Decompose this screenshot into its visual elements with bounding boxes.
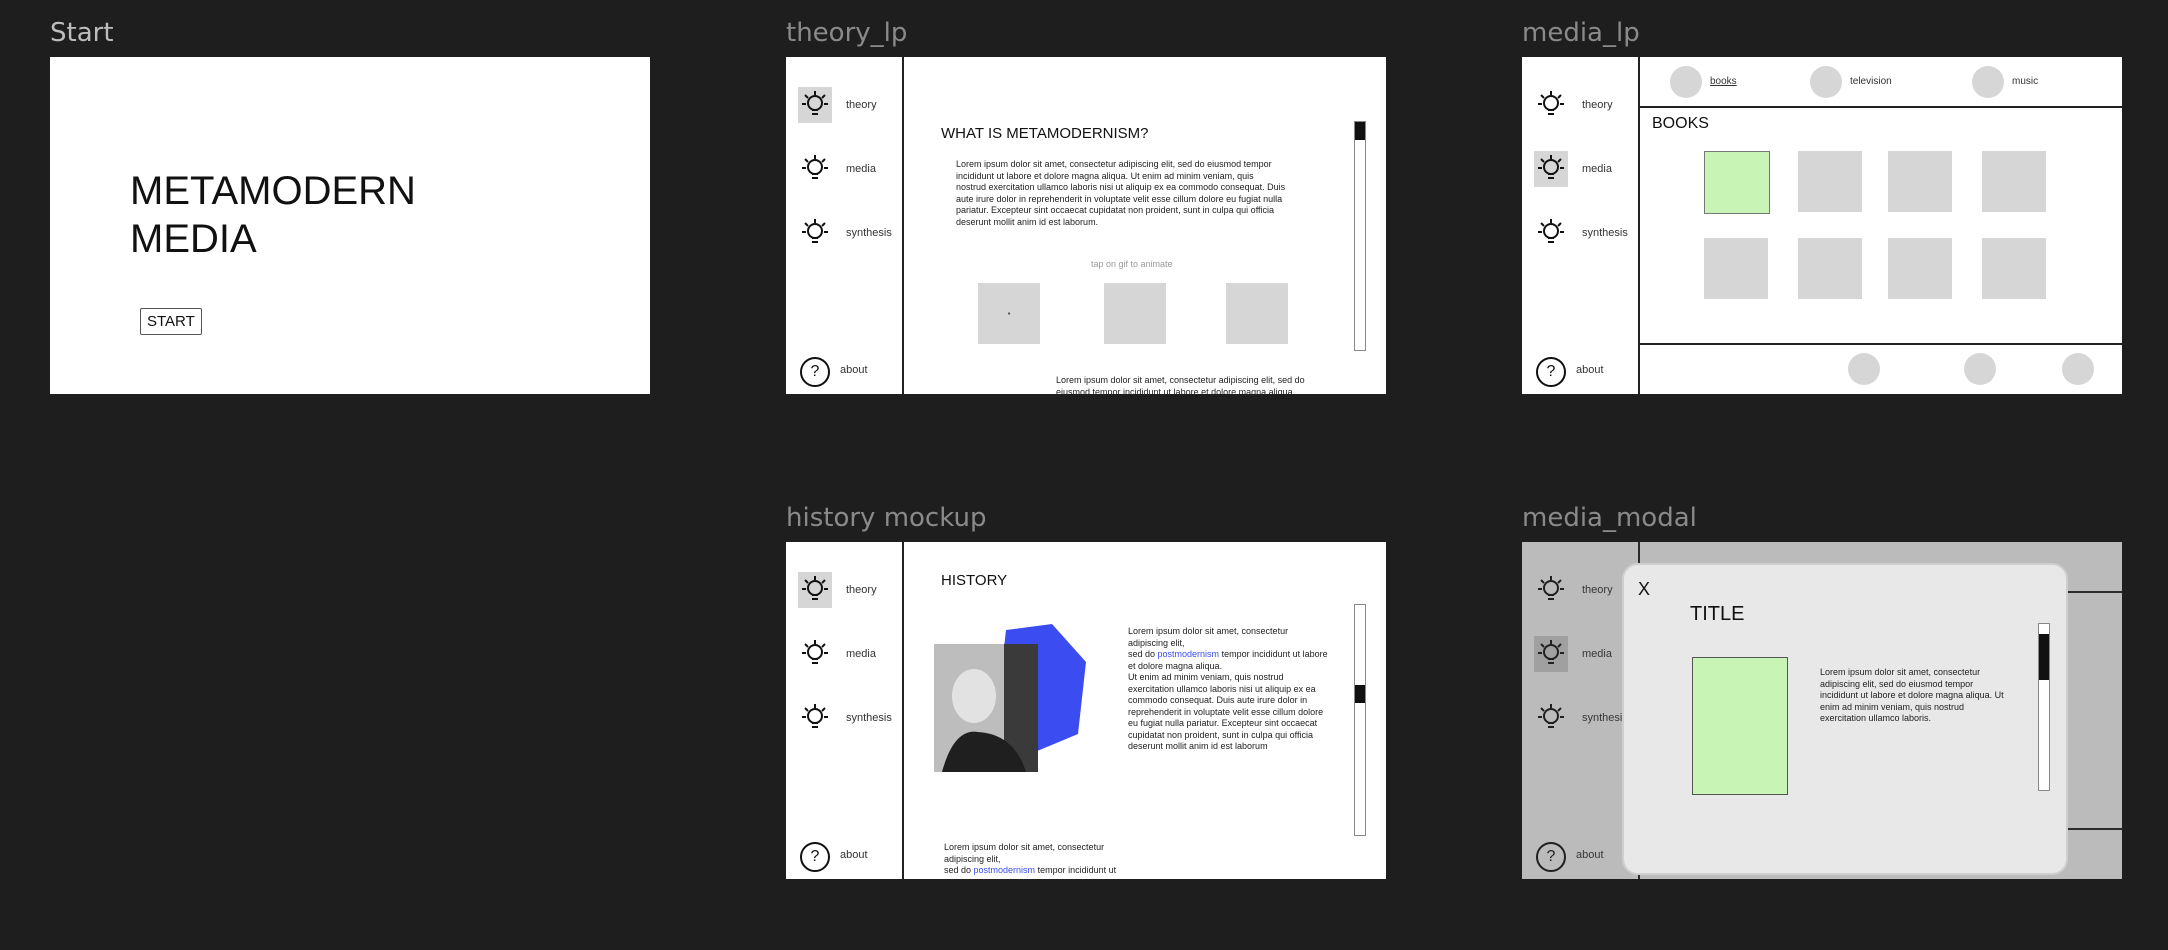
lightbulb-icon bbox=[798, 700, 832, 736]
body-text: Lorem ipsum dolor sit amet, consectetur … bbox=[956, 159, 1286, 227]
history-footer-text: Lorem ipsum dolor sit amet, consectetur … bbox=[944, 842, 1144, 879]
frame-start: METAMODERN MEDIA START bbox=[50, 57, 650, 394]
scrollbar[interactable] bbox=[1354, 604, 1366, 836]
sidebar-item-label: theory bbox=[846, 584, 877, 596]
sidebar-item-synthesis[interactable]: synthesis bbox=[1534, 215, 1634, 255]
footer-divider bbox=[1638, 343, 2122, 345]
frame-modal: theory media synthesis ? about X TITLE L… bbox=[1522, 542, 2122, 879]
frame-theory: theory media synthesis ? about WHAT IS M… bbox=[786, 57, 1386, 394]
page-title: WHAT IS METAMODERNISM? bbox=[941, 125, 1149, 142]
section-title: BOOKS bbox=[1652, 115, 1709, 132]
scroll-thumb[interactable] bbox=[1355, 685, 1365, 703]
scrollbar[interactable] bbox=[1354, 121, 1366, 351]
sidebar-item-label: media bbox=[1582, 163, 1612, 175]
category-television[interactable]: television bbox=[1850, 76, 1892, 87]
sidebar-item-label: synthesis bbox=[846, 227, 892, 239]
lightbulb-icon bbox=[1534, 151, 1568, 187]
frame-history: theory media synthesis ? about HISTORY L… bbox=[786, 542, 1386, 879]
media-tile[interactable] bbox=[1982, 238, 2046, 299]
sidebar-item-theory[interactable]: theory bbox=[798, 572, 898, 612]
history-text-a: Lorem ipsum dolor sit amet, consectetur … bbox=[1128, 626, 1289, 648]
gif-tile[interactable] bbox=[1104, 283, 1166, 344]
sidebar-item-theory[interactable]: theory bbox=[1534, 87, 1634, 127]
category-icon-music[interactable] bbox=[1972, 66, 2004, 98]
modal-text: Lorem ipsum dolor sit amet, consectetur … bbox=[1820, 667, 2004, 723]
sidebar-item-label: media bbox=[846, 648, 876, 660]
start-button[interactable]: START bbox=[140, 308, 202, 335]
category-icon-books[interactable] bbox=[1670, 66, 1702, 98]
media-tile[interactable] bbox=[1704, 238, 1768, 299]
postmodernism-link[interactable]: postmodernism bbox=[974, 865, 1036, 875]
history-text-c: Ut enim ad minim veniam, quis nostrud ex… bbox=[1128, 672, 1324, 751]
lightbulb-icon bbox=[798, 151, 832, 187]
history-footer-b-pre: sed do bbox=[944, 865, 974, 875]
lightbulb-icon bbox=[798, 572, 832, 608]
postmodernism-link[interactable]: postmodernism bbox=[1158, 649, 1220, 659]
media-cover bbox=[1692, 657, 1788, 795]
start-title: METAMODERN MEDIA bbox=[130, 169, 416, 261]
history-footer-b-post: tempor incididunt ut bbox=[1035, 865, 1117, 875]
frame-label-modal: media_modal bbox=[1522, 503, 1697, 533]
sidebar: theory media synthesis ? about bbox=[786, 542, 904, 879]
history-text: Lorem ipsum dolor sit amet, consectetur … bbox=[1128, 626, 1328, 753]
sidebar-item-label: theory bbox=[846, 99, 877, 111]
category-icon-television[interactable] bbox=[1810, 66, 1842, 98]
category-books[interactable]: books bbox=[1710, 76, 1737, 87]
media-tile[interactable] bbox=[1888, 151, 1952, 212]
history-text-b-pre: sed do bbox=[1128, 649, 1158, 659]
media-tile[interactable] bbox=[1798, 151, 1862, 212]
help-label: about bbox=[1576, 364, 1604, 376]
lightbulb-icon bbox=[798, 87, 832, 123]
history-footer-a: Lorem ipsum dolor sit amet, consectetur … bbox=[944, 842, 1105, 864]
sidebar: theory media synthesis ? about bbox=[1522, 57, 1640, 394]
sidebar-item-label: theory bbox=[1582, 99, 1613, 111]
help-label: about bbox=[840, 364, 868, 376]
body-text-footer: Lorem ipsum dolor sit amet, consectetur … bbox=[1056, 375, 1305, 394]
sidebar-item-media[interactable]: media bbox=[798, 636, 898, 676]
category-music[interactable]: music bbox=[2012, 76, 2038, 87]
frame-label-theory: theory_lp bbox=[786, 18, 908, 48]
lightbulb-icon bbox=[798, 636, 832, 672]
help-icon[interactable]: ? bbox=[1536, 357, 1566, 387]
scroll-thumb[interactable] bbox=[2039, 634, 2049, 680]
sidebar-item-theory[interactable]: theory bbox=[798, 87, 898, 127]
media-tile[interactable] bbox=[1982, 151, 2046, 212]
lightbulb-icon bbox=[1534, 87, 1568, 123]
footer-button[interactable] bbox=[1848, 353, 1880, 385]
modal-title: TITLE bbox=[1690, 603, 1745, 625]
sidebar-item-media[interactable]: media bbox=[798, 151, 898, 191]
media-header: books television music bbox=[1638, 57, 2122, 108]
frame-media: theory media synthesis ? about books tel… bbox=[1522, 57, 2122, 394]
sidebar-item-label: synthesis bbox=[1582, 227, 1628, 239]
media-modal: X TITLE Lorem ipsum dolor sit amet, cons… bbox=[1622, 563, 2068, 875]
help-icon[interactable]: ? bbox=[800, 842, 830, 872]
gif-tile[interactable] bbox=[1226, 283, 1288, 344]
frame-label-media: media_lp bbox=[1522, 18, 1640, 48]
scroll-thumb[interactable] bbox=[1355, 122, 1365, 140]
sidebar: theory media synthesis ? about bbox=[786, 57, 904, 394]
media-tile[interactable] bbox=[1798, 238, 1862, 299]
sidebar-item-synthesis[interactable]: synthesis bbox=[798, 700, 898, 740]
help-icon[interactable]: ? bbox=[800, 357, 830, 387]
scrollbar[interactable] bbox=[2038, 623, 2050, 791]
page-title: HISTORY bbox=[941, 572, 1008, 589]
close-button[interactable]: X bbox=[1638, 579, 1650, 600]
sidebar-item-label: synthesis bbox=[846, 712, 892, 724]
gif-tile[interactable]: ▪ bbox=[978, 283, 1040, 344]
footer-button[interactable] bbox=[1964, 353, 1996, 385]
play-icon: ▪ bbox=[1007, 309, 1011, 318]
sidebar-item-media[interactable]: media bbox=[1534, 151, 1634, 191]
footer-button[interactable] bbox=[2062, 353, 2094, 385]
portrait-photo bbox=[934, 644, 1038, 772]
media-tile[interactable] bbox=[1704, 151, 1770, 214]
help-label: about bbox=[840, 849, 868, 861]
lightbulb-icon bbox=[798, 215, 832, 251]
gif-caption: tap on gif to animate bbox=[1091, 259, 1173, 269]
sidebar-item-synthesis[interactable]: synthesis bbox=[798, 215, 898, 255]
frame-label-history: history mockup bbox=[786, 503, 987, 533]
media-tile[interactable] bbox=[1888, 238, 1952, 299]
frame-label-start: Start bbox=[50, 18, 114, 48]
sidebar-item-label: media bbox=[846, 163, 876, 175]
lightbulb-icon bbox=[1534, 215, 1568, 251]
